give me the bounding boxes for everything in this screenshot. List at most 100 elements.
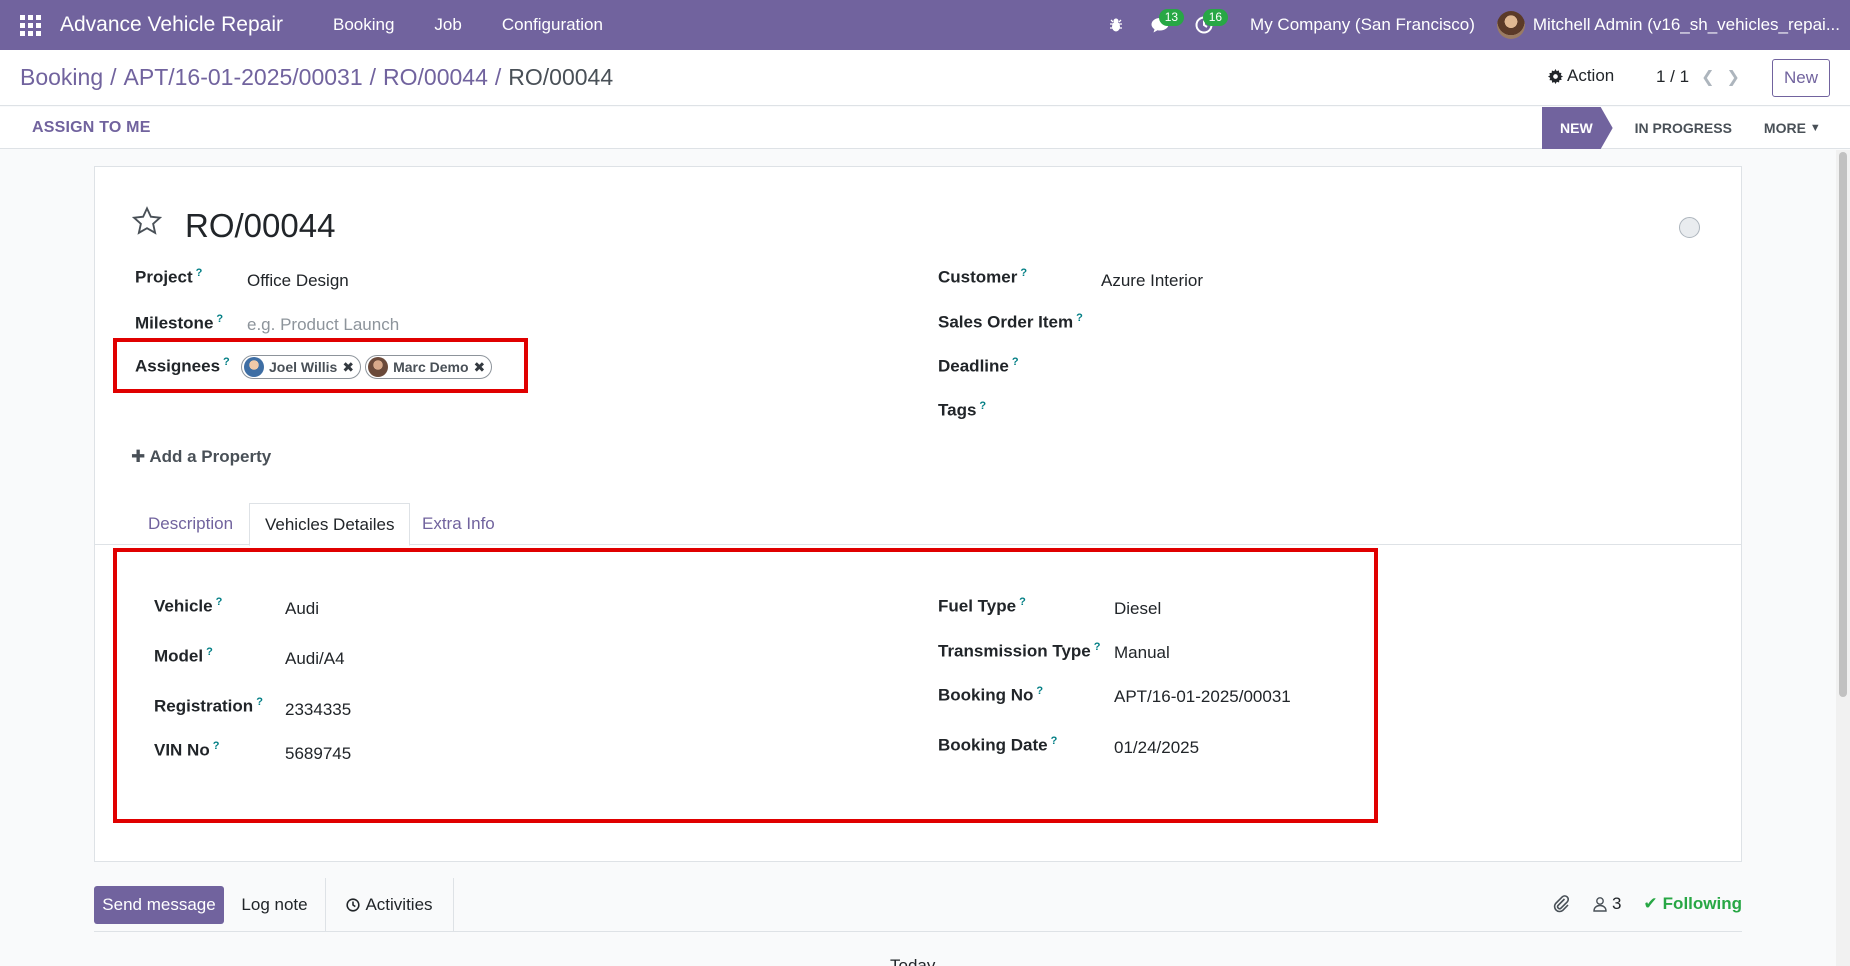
- avatar: [368, 357, 389, 377]
- followers-button[interactable]: 3: [1592, 894, 1621, 914]
- chevron-right-icon[interactable]: ❯: [1727, 67, 1740, 87]
- breadcrumb-separator: /: [369, 64, 377, 90]
- help-icon[interactable]: ?: [216, 596, 223, 608]
- add-property-label: Add a Property: [149, 447, 272, 466]
- user-name: Mitchell Admin (v16_sh_vehicles_repai...: [1532, 15, 1840, 34]
- check-icon: ✔: [1643, 894, 1658, 913]
- app-brand[interactable]: Advance Vehicle Repair: [60, 13, 283, 37]
- help-icon[interactable]: ?: [256, 696, 263, 708]
- sales-order-item-label: Sales Order Item?: [938, 312, 1083, 333]
- deadline-label: Deadline?: [938, 356, 1019, 377]
- tags-field[interactable]: [1101, 401, 1501, 425]
- star-icon[interactable]: [131, 205, 163, 237]
- kanban-state-toggle[interactable]: [1679, 217, 1700, 238]
- menu-job[interactable]: Job: [414, 15, 481, 35]
- registration-field[interactable]: 2334335: [285, 700, 351, 720]
- scrollbar-thumb[interactable]: [1839, 152, 1847, 697]
- booking-date-label-text: Booking Date: [938, 735, 1048, 755]
- deadline-label-text: Deadline: [938, 356, 1009, 376]
- model-field[interactable]: Audi/A4: [285, 649, 345, 669]
- action-button[interactable]: Action: [1548, 66, 1614, 86]
- milestone-label: Milestone?: [135, 313, 223, 334]
- close-icon[interactable]: ✖: [474, 359, 486, 376]
- booking-no-field[interactable]: APT/16-01-2025/00031: [1114, 687, 1291, 707]
- transmission-type-label: Transmission Type?: [938, 641, 1100, 662]
- new-button[interactable]: New: [1772, 59, 1830, 97]
- menu-configuration[interactable]: Configuration: [482, 15, 623, 35]
- project-field[interactable]: Office Design: [247, 271, 349, 291]
- apps-grid-icon: [19, 14, 41, 36]
- customer-label: Customer?: [938, 267, 1027, 288]
- control-panel: Booking / APT/16-01-2025/00031/RO/00044/RO…: [0, 50, 1850, 106]
- activities-badge: 16: [1202, 9, 1229, 26]
- activities-button[interactable]: 16: [1182, 0, 1229, 50]
- chevron-left-icon[interactable]: ❮: [1701, 67, 1714, 87]
- help-icon[interactable]: ?: [1051, 735, 1058, 747]
- help-icon[interactable]: ?: [206, 646, 213, 658]
- record-title[interactable]: RO/00044: [185, 207, 335, 245]
- tags-label: Tags?: [938, 400, 986, 421]
- booking-no-label: Booking No?: [938, 685, 1043, 706]
- activities-button[interactable]: Activities: [326, 878, 454, 932]
- messages-badge: 13: [1158, 9, 1185, 26]
- tab-vehicles-details[interactable]: Vehicles Detailes: [249, 503, 411, 546]
- vin-field[interactable]: 5689745: [285, 744, 351, 764]
- debug-button[interactable]: [1094, 0, 1138, 50]
- assignees-field[interactable]: Joel Willis ✖ Marc Demo ✖: [241, 355, 493, 379]
- help-icon[interactable]: ?: [1020, 267, 1027, 279]
- transmission-type-label-text: Transmission Type: [938, 641, 1091, 661]
- help-icon[interactable]: ?: [979, 400, 986, 412]
- fuel-type-field[interactable]: Diesel: [1114, 599, 1161, 619]
- following-button[interactable]: ✔ Following: [1643, 894, 1742, 914]
- company-switcher[interactable]: My Company (San Francisco): [1226, 15, 1497, 35]
- vehicle-label-text: Vehicle: [154, 596, 213, 616]
- help-icon[interactable]: ?: [1012, 356, 1019, 368]
- help-icon[interactable]: ?: [196, 267, 203, 279]
- help-icon[interactable]: ?: [223, 356, 230, 368]
- scrollbar[interactable]: [1836, 150, 1850, 966]
- close-icon[interactable]: ✖: [342, 359, 354, 376]
- messages-button[interactable]: 13: [1138, 0, 1185, 50]
- breadcrumb-item-ro[interactable]: RO/00044: [383, 64, 488, 90]
- help-icon[interactable]: ?: [1019, 596, 1026, 608]
- booking-no-label-text: Booking No: [938, 685, 1034, 705]
- transmission-type-field[interactable]: Manual: [1114, 643, 1170, 663]
- menu-booking[interactable]: Booking: [313, 15, 414, 35]
- stage-more-dropdown[interactable]: MORE ▼: [1746, 107, 1835, 149]
- deadline-field[interactable]: [1101, 357, 1501, 381]
- paperclip-icon[interactable]: [1552, 894, 1570, 914]
- stage-new[interactable]: NEW: [1542, 107, 1613, 149]
- sales-order-item-field[interactable]: [1101, 313, 1501, 337]
- vehicle-field[interactable]: Audi: [285, 599, 319, 619]
- registration-label-text: Registration: [154, 696, 254, 716]
- breadcrumb-item-appointment[interactable]: APT/16-01-2025/00031: [124, 64, 363, 90]
- assignee-tag[interactable]: Marc Demo ✖: [365, 355, 493, 379]
- assignee-name: Marc Demo: [393, 359, 469, 375]
- activities-label: Activities: [365, 895, 433, 914]
- tab-description[interactable]: Description: [133, 503, 248, 545]
- model-label: Model?: [154, 646, 213, 667]
- booking-date-field[interactable]: 01/24/2025: [1114, 738, 1199, 758]
- send-message-button[interactable]: Send message: [94, 886, 224, 924]
- customer-field[interactable]: Azure Interior: [1101, 271, 1203, 291]
- clock-icon: [346, 898, 361, 912]
- assignee-tag[interactable]: Joel Willis ✖: [241, 355, 362, 379]
- help-icon[interactable]: ?: [1076, 312, 1083, 324]
- help-icon[interactable]: ?: [216, 313, 223, 325]
- user-menu[interactable]: Mitchell Admin (v16_sh_vehicles_repai...: [1496, 11, 1850, 39]
- breadcrumb-item-booking[interactable]: Booking: [20, 64, 103, 90]
- tab-extra-info[interactable]: Extra Info: [407, 503, 510, 545]
- stage-in-progress[interactable]: IN PROGRESS: [1613, 107, 1746, 149]
- assignees-label: Assignees?: [135, 356, 230, 377]
- help-icon[interactable]: ?: [1036, 685, 1043, 697]
- pager-value[interactable]: 1 / 1: [1656, 67, 1689, 87]
- apps-menu-button[interactable]: [0, 0, 60, 50]
- help-icon[interactable]: ?: [213, 740, 220, 752]
- help-icon[interactable]: ?: [1094, 641, 1101, 653]
- log-note-button[interactable]: Log note: [224, 878, 326, 932]
- assign-to-me-button[interactable]: ASSIGN TO ME: [32, 119, 151, 137]
- notebook-tabs: Description Vehicles Detailes Extra Info: [95, 503, 1741, 546]
- add-property-button[interactable]: ✚ Add a Property: [131, 447, 271, 467]
- milestone-field[interactable]: e.g. Product Launch: [247, 315, 399, 335]
- form-sheet: RO/00044 Project? Office Design Mileston…: [94, 166, 1742, 862]
